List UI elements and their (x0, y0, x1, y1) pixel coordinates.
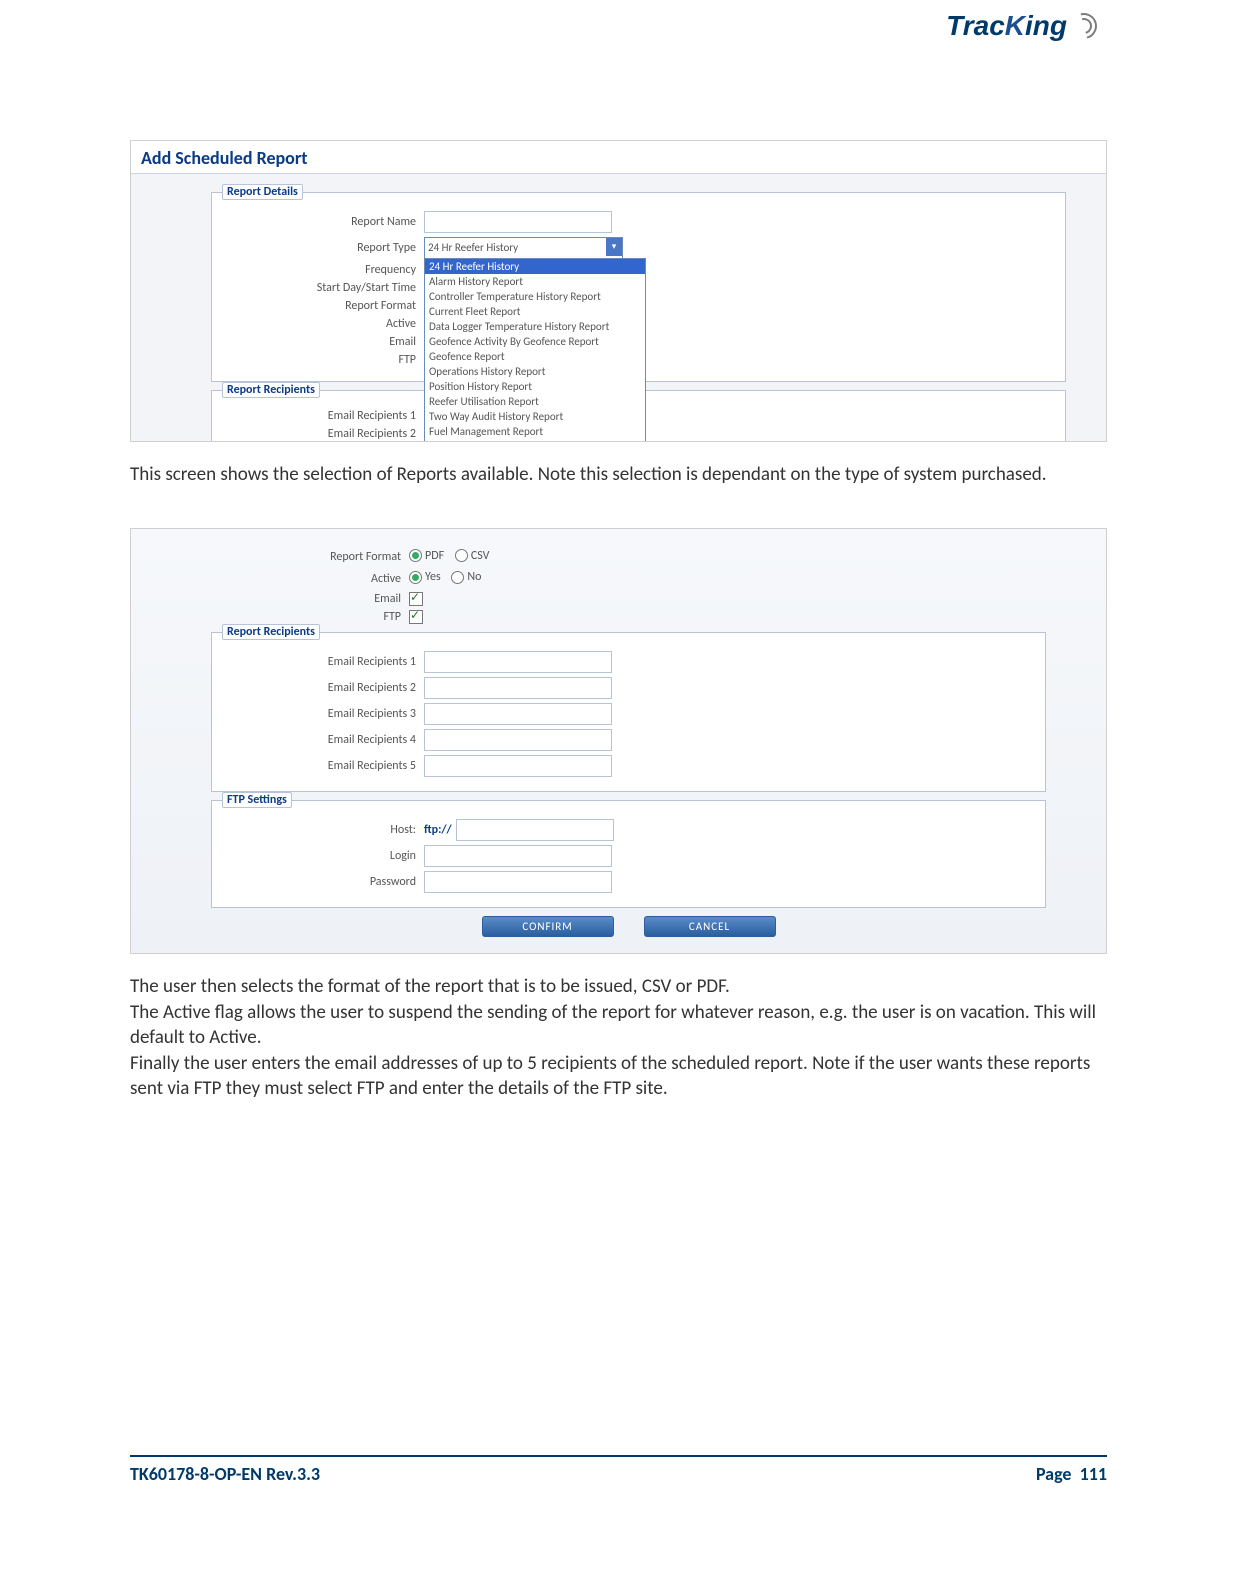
dropdown-option[interactable]: Reefer Utilisation Report (425, 394, 645, 409)
label-report-format-2: Report Format (211, 550, 409, 564)
dropdown-option[interactable]: Two Way Audit History Report (425, 409, 645, 424)
legend-ftp: FTP Settings (222, 792, 292, 808)
radio-icon (409, 571, 422, 584)
confirm-button[interactable]: CONFIRM (482, 916, 614, 937)
radio-icon (409, 549, 422, 562)
fieldset-recipients-2: Report Recipients Email Recipients 1 Ema… (211, 632, 1046, 792)
dropdown-option[interactable]: Data Logger Temperature History Report (425, 319, 645, 334)
radio-icon (451, 571, 464, 584)
dropdown-option[interactable]: Geofence Activity By Geofence Report (425, 334, 645, 349)
label-start-time: Start Day/Start Time (226, 281, 424, 295)
label-report-format: Report Format (226, 299, 424, 313)
recipient-3-input[interactable] (424, 703, 612, 725)
report-name-input[interactable] (424, 211, 612, 233)
footer-page: Page 111 (1036, 1463, 1107, 1485)
dropdown-arrow-icon[interactable]: ▾ (606, 238, 622, 256)
label-r3: Email Recipients 3 (226, 707, 424, 721)
legend-recipients-2: Report Recipients (222, 624, 320, 640)
logo-ring-icon (1071, 13, 1097, 39)
radio-csv[interactable]: CSV (455, 549, 490, 563)
paragraph-1: This screen shows the selection of Repor… (130, 462, 1107, 488)
label-report-name: Report Name (226, 215, 424, 229)
recipient-4-input[interactable] (424, 729, 612, 751)
label-active: Active (226, 317, 424, 331)
figure-report-format-settings: Report Format PDF CSV Active Yes No Emai… (130, 528, 1107, 954)
recipient-5-input[interactable] (424, 755, 612, 777)
paragraph-2: The user then selects the format of the … (130, 974, 1107, 1102)
cancel-button[interactable]: CANCEL (644, 916, 776, 937)
page-footer: TK60178-8-OP-EN Rev.3.3 Page 111 (130, 1455, 1107, 1485)
dropdown-option[interactable]: Operations History Report (425, 364, 645, 379)
legend-report-details: Report Details (222, 184, 303, 200)
label-login: Login (226, 849, 424, 863)
ftp-password-input[interactable] (424, 871, 612, 893)
label-ftp: FTP (226, 353, 424, 367)
label-r2: Email Recipients 2 (226, 681, 424, 695)
radio-pdf[interactable]: PDF (409, 549, 444, 563)
email-checkbox[interactable] (409, 592, 423, 606)
dropdown-option[interactable]: 24 Hr Reefer History (425, 259, 645, 274)
dropdown-option[interactable]: Fuel Management Report (425, 424, 645, 439)
dropdown-option[interactable]: Highest Hours Driven Report (425, 439, 645, 442)
report-type-select[interactable]: 24 Hr Reefer History ▾ 24 Hr Reefer Hist… (424, 237, 623, 259)
dropdown-option[interactable]: Alarm History Report (425, 274, 645, 289)
fieldset-ftp-settings: FTP Settings Host: ftp:// Login Password (211, 800, 1046, 908)
label-email-2: Email (211, 592, 409, 606)
label-email: Email (226, 335, 424, 349)
label-r4: Email Recipients 4 (226, 733, 424, 747)
label-report-type: Report Type (226, 241, 424, 255)
label-ftp-2: FTP (211, 610, 409, 624)
legend-recipients: Report Recipients (222, 382, 320, 398)
fieldset-report-details: Report Details Report Name Report Type 2… (211, 192, 1066, 382)
radio-active-no[interactable]: No (451, 570, 481, 584)
label-r5: Email Recipients 5 (226, 759, 424, 773)
report-type-dropdown: 24 Hr Reefer History Alarm History Repor… (424, 258, 646, 442)
radio-active-yes[interactable]: Yes (409, 570, 441, 584)
recipient-2-input[interactable] (424, 677, 612, 699)
dropdown-option[interactable]: Position History Report (425, 379, 645, 394)
label-active-2: Active (211, 572, 409, 586)
figure-add-scheduled-report: Add Scheduled Report Report Details Repo… (130, 140, 1107, 442)
radio-icon (455, 549, 468, 562)
label-recipient-2: Email Recipients 2 (226, 427, 424, 441)
footer-doc-id: TK60178-8-OP-EN Rev.3.3 (130, 1463, 320, 1485)
ftp-host-input[interactable] (456, 819, 614, 841)
dropdown-option[interactable]: Geofence Report (425, 349, 645, 364)
page-header: TracKing (130, 0, 1107, 100)
label-frequency: Frequency (226, 263, 424, 277)
ftp-prefix: ftp:// (424, 823, 452, 837)
ftp-checkbox[interactable] (409, 610, 423, 624)
tracking-logo: TracKing (946, 10, 1097, 42)
dropdown-option[interactable]: Controller Temperature History Report (425, 289, 645, 304)
label-host: Host: (226, 823, 424, 837)
ftp-login-input[interactable] (424, 845, 612, 867)
recipient-1-input[interactable] (424, 651, 612, 673)
label-password: Password (226, 875, 424, 889)
label-r1: Email Recipients 1 (226, 655, 424, 669)
figure-title: Add Scheduled Report (131, 141, 1106, 174)
dropdown-option[interactable]: Current Fleet Report (425, 304, 645, 319)
label-recipient-1: Email Recipients 1 (226, 409, 424, 423)
